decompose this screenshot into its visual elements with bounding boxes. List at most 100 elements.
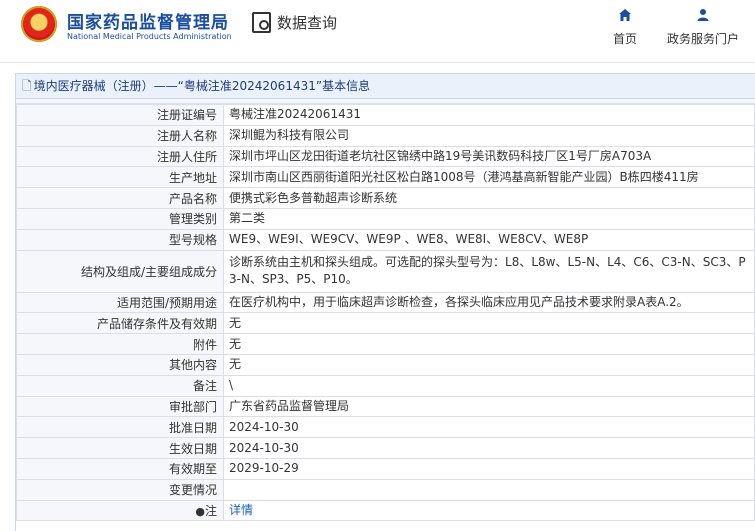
- field-label: 有效期至: [16, 457, 224, 480]
- table-row: ●注 详情: [16, 499, 755, 522]
- field-value: 深圳市坪山区龙田街道老坑社区锦绣中路19号美讯数码科技厂区1号厂房A703A: [223, 145, 755, 168]
- field-label-text: 结构及组成/主要组成成分: [80, 264, 217, 279]
- brand-name-cn: 国家药品监督管理局: [67, 13, 229, 33]
- field-value-text: 诊断系统由主机和探头组成。可选配的探头型号为：L8、L8w、L5-N、L4、C6…: [229, 255, 746, 287]
- field-value-text: 2024-10-30: [229, 419, 299, 434]
- home-icon: [618, 8, 632, 26]
- field-label-text: 附件: [192, 337, 217, 352]
- field-label: 注册人名称: [16, 124, 224, 147]
- table-row: 注册人名称 深圳鲲为科技有限公司: [16, 124, 755, 147]
- table-row: 产品名称 便携式彩色多普勒超声诊断系统: [16, 187, 755, 209]
- field-value: 详情: [223, 499, 755, 522]
- detail-link[interactable]: 详情: [229, 503, 253, 517]
- panel-title-text: 境内医疗器械（注册）——“粤械注准20242061431”基本信息: [33, 79, 371, 93]
- table-row: 其他内容无: [16, 353, 755, 376]
- field-label: 生产地址: [16, 166, 224, 189]
- nav-home-label: 首页: [613, 32, 638, 46]
- field-value-text: 深圳市坪山区龙田街道老坑社区锦绣中路19号美讯数码科技厂区1号厂房A703A: [229, 148, 652, 163]
- data-query-label: 数据查询: [277, 14, 338, 32]
- field-value: 粤械注准20242061431: [223, 104, 755, 126]
- user-icon: [696, 8, 710, 26]
- field-label: 型号规格: [16, 228, 224, 251]
- field-label-text: 适用范围/预期用途: [116, 295, 217, 310]
- table-row: 生产地址 深圳市南山区西丽街道阳光社区松白路1008号（港鸿基高新智能产业园）B栋…: [16, 166, 755, 189]
- field-value: 无: [223, 333, 755, 355]
- field-label-text: 有效期至: [168, 462, 217, 477]
- field-label-text: 生效日期: [168, 441, 217, 456]
- field-label: 产品储存条件及有效期: [16, 312, 224, 335]
- table-row: 注册证编号 粤械注准20242061431: [16, 104, 755, 126]
- table-row: 产品储存条件及有效期无: [16, 312, 755, 335]
- field-label: 生效日期: [16, 437, 224, 459]
- field-value-text: 广东省药品监督管理局: [229, 398, 350, 413]
- field-value-text: 无: [229, 315, 242, 330]
- field-label-text: 注: [204, 503, 217, 518]
- field-value-text: 2029-10-29: [229, 461, 299, 476]
- field-label-text: 产品储存条件及有效期: [96, 316, 217, 331]
- field-label-text: 注册证编号: [156, 108, 217, 123]
- field-value: 诊断系统由主机和探头组成。可选配的探头型号为：L8、L8w、L5-N、L4、C6…: [223, 249, 755, 293]
- nav-portal-label: 政务服务门户: [667, 32, 740, 46]
- field-label: 产品名称: [16, 187, 224, 209]
- field-label-text: 审批部门: [168, 399, 217, 414]
- site-header: 国家药品监督管理局 National Medical Products Admi…: [0, 0, 755, 63]
- field-value: 2024-10-30: [223, 437, 755, 459]
- field-label: 备注: [16, 374, 224, 397]
- field-value: 2029-10-29: [223, 457, 755, 480]
- field-label: 管理类别: [16, 207, 224, 230]
- table-row: 附件无: [16, 333, 755, 355]
- nav-home[interactable]: 首页: [613, 8, 637, 47]
- field-label-text: 产品名称: [168, 191, 217, 206]
- field-value-text: 在医疗机构中，用于临床超声诊断检查，各探头临床应用见产品技术要求附录A表A.2。: [229, 294, 689, 309]
- brand-name-en: National Medical Products Administration: [67, 32, 232, 41]
- nav-service-portal[interactable]: 政务服务门户: [667, 8, 739, 47]
- field-value: 2024-10-30: [223, 416, 755, 439]
- field-value-text: 深圳市南山区西丽街道阳光社区松白路1008号（港鸿基高新智能产业园）B栋四楼41…: [229, 169, 699, 184]
- field-label: 注册人住所: [16, 145, 224, 168]
- data-query-title: 数据查询: [252, 12, 337, 33]
- table-row: 变更情况: [16, 478, 755, 501]
- field-value: 便携式彩色多普勒超声诊断系统: [223, 187, 755, 209]
- field-label-text: 型号规格: [168, 233, 217, 248]
- field-value: 在医疗机构中，用于临床超声诊断检查，各探头临床应用见产品技术要求附录A表A.2。: [223, 291, 755, 314]
- field-label-text: 其他内容: [168, 358, 217, 373]
- table-row: 型号规格 WE9、WE9I、WE9CV、WE9P 、WE8、WE8I、WE8CV、…: [16, 228, 755, 251]
- field-value-text: 第二类: [229, 211, 266, 226]
- data-query-icon: [252, 12, 271, 33]
- field-value: 深圳鲲为科技有限公司: [223, 124, 755, 147]
- table-row: 审批部门 广东省药品监督管理局: [16, 395, 755, 418]
- field-label-text: 注册人名称: [156, 129, 217, 144]
- field-value-text: 深圳鲲为科技有限公司: [229, 128, 350, 143]
- field-value: 第二类: [223, 207, 755, 230]
- table-row: 生效日期 2024-10-30: [16, 437, 755, 459]
- panel-title: 🗋 境内医疗器械（注册）——“粤械注准20242061431”基本信息: [16, 74, 755, 99]
- field-value: \: [223, 374, 755, 397]
- field-value: 无: [223, 353, 755, 376]
- field-value: WE9、WE9I、WE9CV、WE9P 、WE8、WE8I、WE8CV、WE8P: [223, 228, 755, 251]
- field-label: 附件: [16, 333, 224, 355]
- field-value-text: 粤械注准20242061431: [229, 107, 361, 122]
- field-value-text: WE9、WE9I、WE9CV、WE9P 、WE8、WE8I、WE8CV、WE8P: [229, 232, 589, 247]
- national-emblem-logo: [21, 6, 57, 42]
- registration-info-table: 注册证编号 粤械注准20242061431 注册人名称 深圳鲲为科技有限公司 注册人住所…: [16, 104, 755, 522]
- info-panel: 🗋 境内医疗器械（注册）——“粤械注准20242061431”基本信息 注册证编号…: [15, 73, 755, 531]
- field-label-text: 生产地址: [168, 170, 217, 185]
- field-label: ●注: [16, 499, 224, 522]
- field-value-text: 2024-10-30: [229, 440, 299, 455]
- field-label: 适用范围/预期用途: [16, 291, 224, 314]
- field-label: 批准日期: [16, 416, 224, 439]
- field-label-text: 变更情况: [168, 483, 217, 498]
- field-value: 深圳市南山区西丽街道阳光社区松白路1008号（港鸿基高新智能产业园）B栋四楼41…: [223, 166, 755, 189]
- field-label: 其他内容: [16, 353, 224, 376]
- field-label-text: 管理类别: [168, 212, 217, 227]
- document-icon: 🗋: [22, 79, 32, 93]
- table-row: 管理类别 第二类: [16, 207, 755, 230]
- field-label-text: 批准日期: [168, 420, 217, 435]
- pin-icon: ●: [195, 504, 205, 518]
- field-label-text: 注册人住所: [156, 149, 217, 164]
- field-label: 注册证编号: [16, 104, 224, 126]
- table-row: 结构及组成/主要组成成分 诊断系统由主机和探头组成。可选配的探头型号为：L8、L8…: [16, 249, 755, 293]
- table-row: 备注 \: [16, 374, 755, 397]
- field-value-text: \: [229, 378, 234, 393]
- field-value-text: 无: [229, 336, 242, 351]
